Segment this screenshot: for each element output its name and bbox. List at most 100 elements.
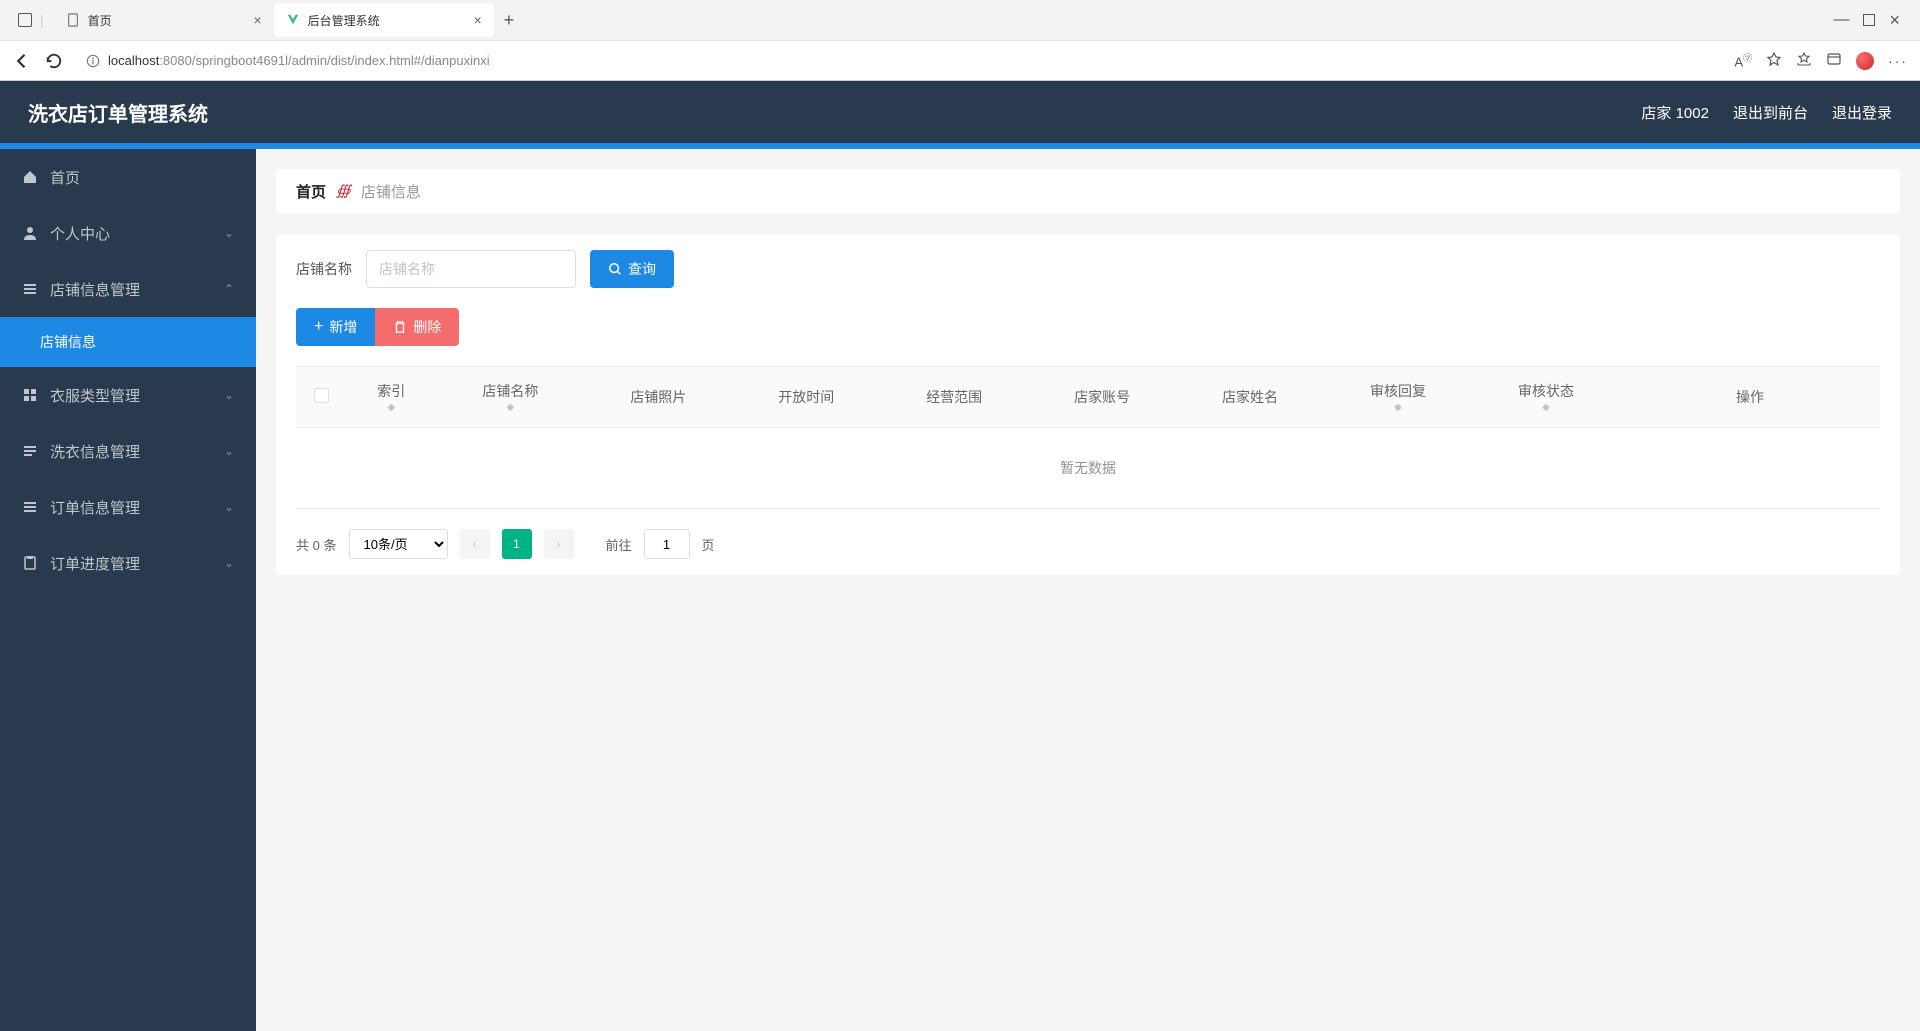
content-area: 首页 ∰ 店铺信息 店铺名称 查询 + 新增 (256, 149, 1920, 1031)
home-icon (22, 169, 38, 185)
delete-button[interactable]: 删除 (375, 308, 459, 346)
shop-name-input[interactable] (366, 250, 576, 288)
col-review-reply[interactable]: 审核回复◆ (1324, 367, 1472, 428)
maximize-icon[interactable] (1863, 14, 1875, 26)
col-index[interactable]: 索引◆ (346, 367, 436, 428)
sidebar-label: 店铺信息管理 (50, 279, 140, 300)
col-shop-name[interactable]: 店铺名称◆ (436, 367, 584, 428)
close-icon[interactable]: × (253, 12, 261, 28)
profile-icon[interactable] (1856, 52, 1874, 70)
add-label: 新增 (329, 317, 357, 337)
sidebar-label: 衣服类型管理 (50, 385, 140, 406)
action-buttons: + 新增 删除 (296, 308, 1880, 346)
col-actions: 操作 (1620, 367, 1880, 428)
new-tab-button[interactable]: + (494, 10, 525, 31)
sidebar-item-cloth-type[interactable]: 衣服类型管理 ⌄ (0, 367, 256, 423)
col-shop-photo: 店铺照片 (584, 367, 732, 428)
add-button[interactable]: + 新增 (296, 308, 375, 346)
sidebar: 首页 个人中心 ⌄ 店铺信息管理 ⌃ 店铺信息 衣服类型管理 ⌄ 洗衣信息管理 … (0, 149, 256, 1031)
sidebar-item-order-progress[interactable]: 订单进度管理 ⌄ (0, 535, 256, 591)
close-window-icon[interactable]: × (1889, 10, 1900, 31)
breadcrumb-home[interactable]: 首页 (296, 181, 326, 202)
window-controls: — × (1821, 10, 1912, 31)
query-button[interactable]: 查询 (590, 250, 674, 288)
grid-icon (22, 387, 38, 403)
clipboard-icon (22, 555, 38, 571)
browser-chrome: | 首页 × 后台管理系统 × + — × localhost:8080/spr… (0, 0, 1920, 81)
back-button[interactable] (12, 51, 32, 71)
divider: | (40, 12, 44, 28)
url-field[interactable]: localhost:8080/springboot4691l/admin/dis… (76, 46, 1722, 76)
chevron-down-icon: ⌄ (224, 556, 234, 570)
header-actions: 店家 1002 退出到前台 退出登录 (1641, 102, 1892, 123)
user-label[interactable]: 店家 1002 (1641, 102, 1709, 123)
col-open-time: 开放时间 (732, 367, 880, 428)
info-icon[interactable] (86, 54, 100, 68)
sidebar-item-laundry-info[interactable]: 洗衣信息管理 ⌄ (0, 423, 256, 479)
tab-title: 首页 (88, 12, 112, 29)
pagination: 共 0 条 10条/页 ‹ 1 › 前往 页 (296, 529, 1880, 559)
chevron-down-icon: ⌄ (224, 500, 234, 514)
refresh-button[interactable] (44, 51, 64, 71)
col-review-status[interactable]: 审核状态◆ (1472, 367, 1620, 428)
address-bar: localhost:8080/springboot4691l/admin/dis… (0, 40, 1920, 80)
more-icon[interactable]: ··· (1888, 53, 1908, 69)
search-label: 店铺名称 (296, 259, 352, 279)
main-layout: 首页 个人中心 ⌄ 店铺信息管理 ⌃ 店铺信息 衣服类型管理 ⌄ 洗衣信息管理 … (0, 149, 1920, 1031)
favorites-bar-icon[interactable] (1796, 51, 1812, 70)
sidebar-sub-label: 店铺信息 (40, 332, 96, 352)
delete-label: 删除 (413, 317, 441, 337)
goto-prefix: 前往 (606, 535, 632, 554)
sidebar-item-home[interactable]: 首页 (0, 149, 256, 205)
exit-front-link[interactable]: 退出到前台 (1733, 102, 1808, 123)
logout-link[interactable]: 退出登录 (1832, 102, 1892, 123)
toolbar-right: A㋡ ··· (1734, 51, 1908, 70)
page-size-select[interactable]: 10条/页 (349, 529, 448, 559)
sidebar-item-profile[interactable]: 个人中心 ⌄ (0, 205, 256, 261)
sidebar-sub-shop-info[interactable]: 店铺信息 (0, 317, 256, 367)
browser-tab-home[interactable]: 首页 × (54, 3, 274, 37)
goto-suffix: 页 (702, 535, 715, 554)
data-table: 索引◆ 店铺名称◆ 店铺照片 开放时间 经营范围 店家账号 店家姓名 审核回复◆… (296, 366, 1880, 509)
minimize-icon[interactable]: — (1833, 11, 1849, 29)
list-icon (22, 281, 38, 297)
select-all-header[interactable] (296, 367, 346, 428)
sort-icon: ◆ (444, 403, 576, 413)
app-header: 洗衣店订单管理系统 店家 1002 退出到前台 退出登录 (0, 81, 1920, 143)
browser-tab-admin[interactable]: 后台管理系统 × (274, 3, 494, 37)
page-number-button[interactable]: 1 (502, 529, 532, 559)
read-aloud-icon[interactable]: A㋡ (1734, 51, 1752, 69)
search-icon (608, 262, 622, 276)
sort-icon: ◆ (1332, 403, 1464, 413)
sidebar-item-shop-manage[interactable]: 店铺信息管理 ⌃ (0, 261, 256, 317)
trash-icon (393, 320, 407, 334)
collections-icon[interactable] (1826, 51, 1842, 70)
user-icon (22, 225, 38, 241)
sort-icon: ◆ (1480, 403, 1612, 413)
vue-icon (286, 13, 300, 27)
checkbox-icon[interactable] (314, 388, 329, 403)
prev-page-button[interactable]: ‹ (460, 529, 490, 559)
next-page-button[interactable]: › (544, 529, 574, 559)
empty-text: 暂无数据 (296, 428, 1880, 509)
col-owner: 店家姓名 (1176, 367, 1324, 428)
list-icon (22, 499, 38, 515)
tab-bar: | 首页 × 后台管理系统 × + — × (0, 0, 1920, 40)
sidebar-label: 个人中心 (50, 223, 110, 244)
sidebar-label: 订单进度管理 (50, 553, 140, 574)
col-scope: 经营范围 (880, 367, 1028, 428)
table-header-row: 索引◆ 店铺名称◆ 店铺照片 开放时间 经营范围 店家账号 店家姓名 审核回复◆… (296, 367, 1880, 428)
close-icon[interactable]: × (473, 12, 481, 28)
total-text: 共 0 条 (296, 535, 337, 554)
favorite-icon[interactable] (1766, 51, 1782, 70)
goto-page-input[interactable] (644, 529, 690, 559)
url-text: localhost:8080/springboot4691l/admin/dis… (108, 53, 490, 68)
sidebar-item-order-info[interactable]: 订单信息管理 ⌄ (0, 479, 256, 535)
chevron-up-icon: ⌃ (224, 282, 234, 296)
page-icon (66, 13, 80, 27)
main-card: 店铺名称 查询 + 新增 删除 (276, 234, 1900, 575)
empty-row: 暂无数据 (296, 428, 1880, 509)
sort-icon: ◆ (354, 403, 428, 413)
sidebar-label: 洗衣信息管理 (50, 441, 140, 462)
tab-overview-icon[interactable] (18, 13, 32, 27)
